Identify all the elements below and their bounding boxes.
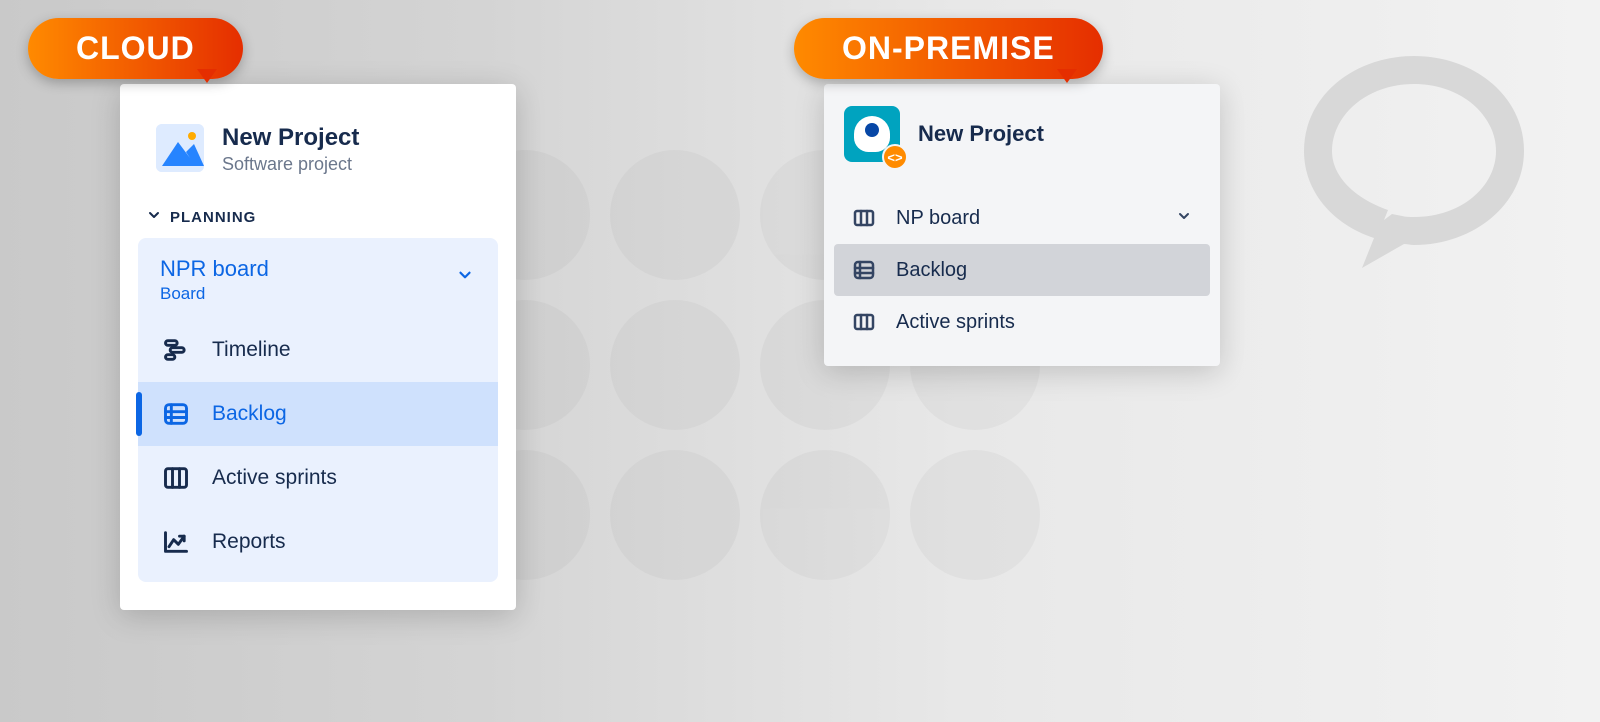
planning-section-header[interactable]: PLANNING: [138, 207, 498, 228]
board-icon: [162, 464, 190, 492]
sidebar-item-timeline[interactable]: Timeline: [138, 318, 498, 382]
project-subtitle: Software project: [222, 154, 359, 175]
chevron-down-icon: [1176, 208, 1192, 229]
chevron-down-icon: [146, 207, 162, 228]
sidebar-item-label: Backlog: [896, 259, 967, 282]
sidebar-item-label: Reports: [212, 530, 286, 554]
board-name: NPR board: [160, 256, 476, 282]
onprem-sidebar-panel: <> New Project NP board Backlog: [824, 84, 1220, 366]
cloud-sidebar-panel: New Project Software project PLANNING NP…: [120, 84, 516, 610]
sidebar-item-active-sprints[interactable]: Active sprints: [834, 296, 1210, 348]
nav-group: NPR board Board Timeline: [138, 238, 498, 582]
backlog-icon: [162, 400, 190, 428]
code-badge-icon: <>: [882, 144, 908, 170]
sidebar-item-active-sprints[interactable]: Active sprints: [138, 446, 498, 510]
timeline-icon: [162, 336, 190, 364]
board-selector[interactable]: NPR board Board: [138, 244, 498, 318]
backlog-icon: [852, 258, 876, 282]
chevron-down-icon: [456, 266, 474, 289]
board-icon: [852, 206, 876, 230]
project-title: New Project: [918, 121, 1044, 147]
reports-icon: [162, 528, 190, 556]
cloud-badge: CLOUD: [28, 18, 243, 79]
board-name: NP board: [896, 207, 980, 230]
sidebar-item-label: Active sprints: [212, 466, 337, 490]
sidebar-item-backlog[interactable]: Backlog: [138, 382, 498, 446]
onprem-badge: ON-PREMISE: [794, 18, 1103, 79]
sidebar-item-reports[interactable]: Reports: [138, 510, 498, 574]
onprem-badge-label: ON-PREMISE: [842, 30, 1055, 66]
planning-section-label: PLANNING: [170, 209, 256, 226]
chat-bubble-icon: [1284, 36, 1544, 276]
board-icon: [852, 310, 876, 334]
project-header: <> New Project: [834, 98, 1210, 192]
sidebar-item-backlog[interactable]: Backlog: [834, 244, 1210, 296]
sidebar-item-label: Active sprints: [896, 311, 1015, 334]
board-sub-label: Board: [160, 284, 476, 304]
sidebar-item-label: Timeline: [212, 338, 291, 362]
sidebar-item-label: Backlog: [212, 402, 287, 426]
cloud-badge-label: CLOUD: [76, 30, 195, 66]
project-avatar: [156, 124, 204, 172]
board-selector[interactable]: NP board: [834, 192, 1210, 244]
project-header: New Project Software project: [138, 124, 498, 175]
project-title: New Project: [222, 124, 359, 152]
project-avatar: <>: [844, 106, 900, 162]
